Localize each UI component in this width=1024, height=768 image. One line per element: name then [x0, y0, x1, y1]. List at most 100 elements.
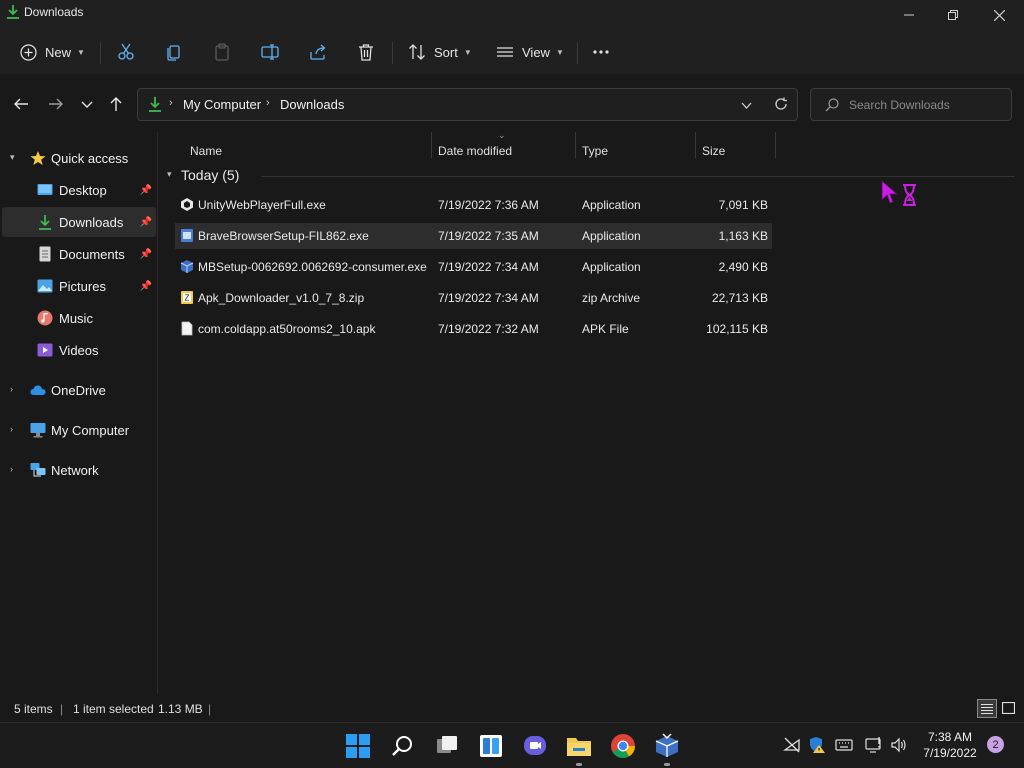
running-indicator — [664, 763, 670, 766]
view-button[interactable]: View ▼ — [496, 38, 564, 66]
sidebar-item-desktop[interactable]: Desktop 📌 — [2, 175, 156, 205]
widgets-icon[interactable] — [478, 733, 504, 759]
file-name: Apk_Downloader_v1.0_7_8.zip — [198, 291, 365, 305]
sidebar-item-documents[interactable]: Documents 📌 — [2, 239, 156, 269]
restore-icon — [948, 10, 958, 20]
column-header-date[interactable]: Date modified — [438, 144, 512, 166]
pin-icon: 📌 — [139, 280, 152, 292]
zip-archive-icon: Z — [181, 291, 193, 304]
column-divider[interactable] — [695, 132, 696, 158]
file-explorer-icon[interactable] — [566, 733, 592, 759]
window-title: Downloads — [24, 5, 84, 19]
file-row[interactable]: com.coldapp.at50rooms2_10.apk 7/19/2022 … — [175, 316, 772, 342]
file-name: BraveBrowserSetup-FIL862.exe — [198, 229, 369, 243]
column-header-name[interactable]: Name — [190, 144, 222, 166]
sort-button[interactable]: Sort ▼ — [408, 38, 472, 66]
rename-button[interactable] — [261, 38, 279, 66]
search-icon — [825, 98, 839, 112]
chevron-down-icon — [81, 101, 93, 108]
sidebar-item-quick-access[interactable]: ▾ Quick access — [2, 143, 156, 173]
close-button[interactable] — [976, 0, 1022, 30]
sidebar-item-videos[interactable]: Videos — [2, 335, 156, 365]
chat-icon[interactable] — [522, 733, 548, 759]
breadcrumb-downloads[interactable]: Downloads — [280, 97, 344, 112]
file-row[interactable]: Z Apk_Downloader_v1.0_7_8.zip 7/19/2022 … — [175, 285, 772, 311]
chrome-icon[interactable] — [610, 733, 636, 759]
sidebar-item-label: OneDrive — [51, 382, 106, 398]
view-label: View — [522, 44, 550, 60]
cut-button[interactable] — [117, 38, 135, 66]
sidebar-item-downloads[interactable]: Downloads 📌 — [2, 207, 156, 237]
sidebar-item-network[interactable]: › Network — [2, 455, 156, 485]
file-list: Name ⌄ Date modified Type Size ▾ Today (… — [159, 130, 1024, 694]
chevron-right-icon[interactable]: › — [10, 464, 13, 474]
chevron-right-icon[interactable]: › — [10, 384, 13, 394]
sidebar-item-my-computer[interactable]: › My Computer — [2, 415, 156, 445]
file-name: com.coldapp.at50rooms2_10.apk — [198, 322, 376, 336]
recent-locations-button[interactable] — [76, 93, 98, 115]
file-row[interactable]: BraveBrowserSetup-FIL862.exe 7/19/2022 7… — [175, 223, 772, 249]
up-button[interactable] — [105, 93, 127, 115]
column-divider[interactable] — [575, 132, 576, 158]
group-divider — [261, 176, 1015, 177]
notification-badge[interactable]: 2 — [987, 736, 1004, 753]
breadcrumb-my-computer[interactable]: My Computer — [183, 97, 261, 112]
column-header-size[interactable]: Size — [702, 144, 725, 166]
chevron-down-icon[interactable]: ▾ — [10, 152, 15, 163]
search-input[interactable] — [849, 96, 1004, 114]
column-divider[interactable] — [431, 132, 432, 158]
column-divider[interactable] — [775, 132, 776, 158]
more-options-button[interactable] — [592, 38, 610, 66]
back-button[interactable] — [10, 93, 32, 115]
sidebar-item-label: Music — [59, 310, 93, 326]
address-bar[interactable]: › My Computer › Downloads — [137, 88, 798, 121]
group-label: Today (5) — [181, 167, 240, 183]
file-type: Application — [582, 260, 641, 274]
keyboard-icon[interactable] — [835, 736, 853, 754]
search-icon[interactable] — [390, 733, 416, 759]
delete-button[interactable] — [357, 38, 375, 66]
copy-button[interactable] — [165, 38, 183, 66]
arrow-up-icon — [110, 97, 122, 111]
share-button[interactable] — [309, 38, 327, 66]
details-view-button[interactable] — [977, 699, 997, 718]
volume-icon[interactable] — [890, 736, 908, 754]
file-date: 7/19/2022 7:34 AM — [438, 291, 539, 305]
arrow-left-icon — [14, 98, 28, 110]
blank-file-icon — [181, 321, 193, 336]
new-button[interactable]: New ▼ — [20, 38, 85, 66]
minimize-icon — [904, 14, 914, 16]
chevron-right-icon[interactable]: › — [10, 424, 13, 434]
divider — [577, 42, 578, 64]
restore-button[interactable] — [930, 0, 976, 30]
chevron-down-icon[interactable] — [741, 100, 752, 111]
task-view-icon[interactable] — [434, 733, 460, 759]
busy-cursor-icon — [881, 180, 916, 206]
status-divider: | — [60, 702, 64, 716]
running-indicator — [576, 763, 582, 766]
file-row[interactable]: UnityWebPlayerFull.exe 7/19/2022 7:36 AM… — [175, 192, 772, 218]
file-size: 2,490 KB — [718, 260, 768, 274]
network-disconnected-icon[interactable] — [783, 736, 801, 754]
start-icon[interactable] — [345, 733, 371, 759]
sidebar-item-onedrive[interactable]: › OneDrive — [2, 375, 156, 405]
clock[interactable]: 7:38 AM 7/19/2022 — [915, 729, 985, 761]
column-header-type[interactable]: Type — [582, 144, 608, 166]
file-type: Application — [582, 229, 641, 243]
downloads-icon — [39, 215, 51, 230]
search-box[interactable] — [810, 88, 1012, 121]
paste-button[interactable] — [213, 38, 231, 66]
installer-box-icon[interactable] — [654, 733, 680, 759]
file-row[interactable]: MBSetup-0062692.0062692-consumer.exe 7/1… — [175, 254, 772, 280]
minimize-button[interactable] — [886, 0, 932, 30]
file-size: 1,163 KB — [718, 229, 768, 243]
computer-icon — [30, 423, 46, 438]
large-icons-view-button[interactable] — [1000, 699, 1018, 718]
refresh-icon[interactable] — [774, 97, 788, 111]
sidebar-item-music[interactable]: Music — [2, 303, 156, 333]
forward-button[interactable] — [45, 93, 67, 115]
display-warning-icon[interactable] — [865, 736, 883, 754]
security-warning-icon[interactable] — [808, 736, 826, 754]
chevron-down-icon[interactable]: ▾ — [167, 169, 172, 180]
sidebar-item-pictures[interactable]: Pictures 📌 — [2, 271, 156, 301]
